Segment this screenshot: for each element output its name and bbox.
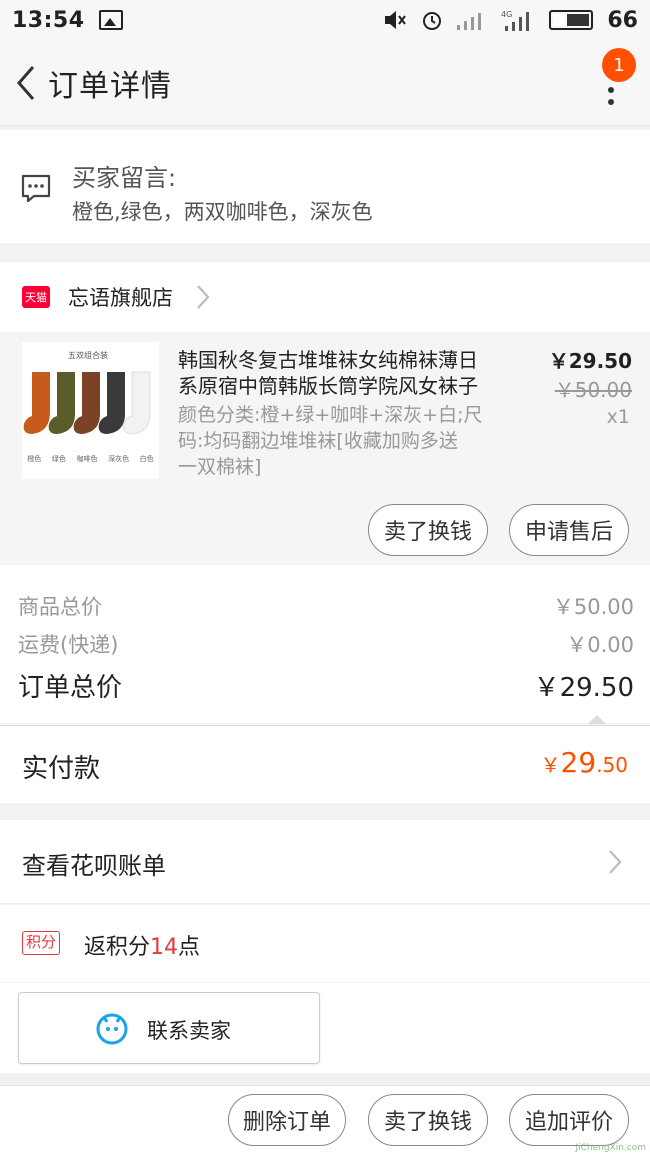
paid-decimal: .50 <box>596 753 628 777</box>
battery-icon <box>549 10 594 30</box>
resell-button[interactable]: 卖了换钱 <box>368 504 488 556</box>
paid-label: 实付款 <box>22 754 101 784</box>
more-icon <box>608 87 614 105</box>
after-sale-button[interactable]: 申请售后 <box>509 504 629 556</box>
mute-icon <box>385 11 407 29</box>
signal-icon <box>457 13 482 30</box>
image-color-label: 咖啡色 <box>76 455 98 463</box>
back-button[interactable] <box>4 61 48 105</box>
socks-image <box>23 371 151 435</box>
status-time: 13:54 <box>12 7 85 33</box>
price-summary: 商品总价 ￥50.00 运费(快递) ￥0.00 订单总价 ￥29.50 <box>0 565 650 724</box>
resell-button-bottom[interactable]: 卖了换钱 <box>368 1094 488 1146</box>
points-suffix: 点 <box>178 935 201 960</box>
watermark: JiChengXin.com <box>575 1143 646 1153</box>
points-badge: 积分 <box>22 931 61 955</box>
status-bar: 13:54 4G 66 <box>0 0 650 40</box>
paid-amount: ￥29.50 <box>541 746 628 779</box>
buyer-message-text: 橙色,绿色，两双咖啡色，深灰色 <box>72 200 373 224</box>
product-image-caption: 五双组合装 <box>68 351 108 360</box>
image-color-label: 橙色 <box>27 455 42 463</box>
chevron-right-icon <box>197 285 210 309</box>
contact-section: 联系卖家 <box>0 983 650 1073</box>
buyer-message-section: 买家留言: 橙色,绿色，两双咖啡色，深灰色 <box>0 130 650 243</box>
image-color-label: 深灰色 <box>108 455 130 463</box>
paid-amount-row: 实付款 ￥29.50 <box>0 725 650 803</box>
notification-badge: 1 <box>602 48 636 82</box>
product-sku-line: 码:均码翻边堆堆袜[收藏加购多送 <box>178 430 458 452</box>
product-price: ￥29.50 <box>548 349 632 373</box>
chevron-right-icon <box>609 850 622 874</box>
back-arrow-icon <box>17 65 35 100</box>
message-icon <box>21 174 51 203</box>
nav-bar: 订单详情 1 <box>0 40 650 126</box>
shipping-value: ￥0.00 <box>566 633 634 657</box>
product-title-line: 系原宿中筒韩版长筒学院风女袜子 <box>178 374 478 398</box>
order-total-label: 订单总价 <box>18 673 123 703</box>
paid-integer: 29 <box>560 746 597 779</box>
product-title-line: 韩国秋冬复古堆堆袜女纯棉袜薄日 <box>178 348 478 372</box>
shop-row[interactable]: 天猫 忘语旗舰店 <box>0 262 650 332</box>
shop-name: 忘语旗舰店 <box>68 286 173 310</box>
status-icons: 4G 66 <box>383 8 638 33</box>
huabei-label: 查看花呗账单 <box>22 852 166 880</box>
image-color-label: 白色 <box>139 455 154 463</box>
svg-text:4G: 4G <box>501 10 512 19</box>
delete-order-button[interactable]: 删除订单 <box>228 1094 346 1146</box>
goods-total-value: ￥50.00 <box>552 595 634 619</box>
order-total-value: ￥29.50 <box>533 673 634 703</box>
huabei-bill-row[interactable]: 查看花呗账单 <box>0 820 650 904</box>
page-title: 订单详情 <box>48 68 172 104</box>
seller-chat-icon <box>96 1013 128 1045</box>
shipping-label: 运费(快递) <box>18 633 119 657</box>
add-review-button[interactable]: 追加评价 <box>509 1094 629 1146</box>
contact-seller-label: 联系卖家 <box>147 1019 231 1043</box>
battery-level: 66 <box>607 7 638 33</box>
product-image: 五双组合装 橙色 绿色 咖啡色 深灰色 白色 <box>22 342 159 479</box>
image-notification-icon <box>98 10 123 30</box>
product-original-price: ￥50.00 <box>554 378 632 402</box>
points-text: 返积分14点 <box>84 929 200 961</box>
buyer-message-label: 买家留言: <box>72 164 177 192</box>
bottom-action-bar: 删除订单 卖了换钱 追加评价 JiChengXin.com <box>0 1085 650 1155</box>
product-item[interactable]: 五双组合装 橙色 绿色 咖啡色 深灰色 白色 韩国秋冬复古堆堆袜女纯棉袜薄日 系… <box>0 332 650 565</box>
pointer-triangle <box>588 715 606 724</box>
tmall-badge: 天猫 <box>22 286 50 308</box>
contact-seller-button[interactable]: 联系卖家 <box>18 992 320 1064</box>
signal-4g-icon: 4G <box>501 10 530 31</box>
points-prefix: 返积分 <box>84 935 151 960</box>
paid-currency: ￥ <box>540 753 561 777</box>
goods-total-label: 商品总价 <box>18 595 102 619</box>
alarm-icon <box>423 12 442 30</box>
product-quantity: x1 <box>606 406 630 428</box>
points-value: 14 <box>150 935 179 960</box>
product-sku-line: 一双棉袜] <box>178 456 262 478</box>
points-row: 积分 返积分14点 <box>0 905 650 983</box>
product-sku-line: 颜色分类:橙+绿+咖啡+深灰+白;尺 <box>178 404 483 426</box>
image-color-label: 绿色 <box>51 455 66 463</box>
